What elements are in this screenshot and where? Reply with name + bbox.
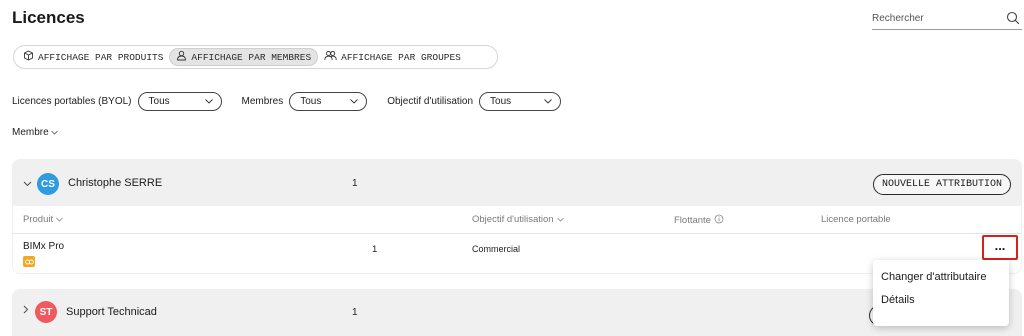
chevron-down-icon <box>204 96 213 107</box>
tab-products-label: AFFICHAGE PAR PRODUITS <box>38 51 164 63</box>
member-sort-toggle[interactable]: Membre <box>12 127 58 138</box>
row-count: 1 <box>372 244 378 255</box>
link-icon <box>23 256 35 267</box>
byol-filter-value: Tous <box>148 96 170 107</box>
more-icon: ... <box>994 237 1006 253</box>
person-icon <box>176 50 187 64</box>
tab-products-view[interactable]: AFFICHAGE PAR PRODUITS <box>17 48 169 66</box>
member-group: ST Support Technicad 1 N <box>12 289 1022 336</box>
menu-item-details[interactable]: Détails <box>873 288 1009 311</box>
tab-groups-label: AFFICHAGE PAR GROUPES <box>341 51 461 63</box>
purpose-filter-select[interactable]: Tous <box>479 92 562 111</box>
search-icon[interactable] <box>1006 11 1020 28</box>
chevron-down-icon <box>350 96 359 107</box>
members-filter-label: Membres <box>241 96 284 107</box>
search-input[interactable] <box>872 10 992 24</box>
column-header-product[interactable]: Produit <box>23 214 63 225</box>
tab-members-view[interactable]: AFFICHAGE PAR MEMBRES <box>169 48 319 66</box>
row-actions-menu: Changer d'attributaire Détails <box>873 260 1009 326</box>
cube-icon <box>23 50 34 64</box>
byol-filter-select[interactable]: Tous <box>137 92 222 111</box>
people-icon <box>324 50 337 64</box>
members-filter-select[interactable]: Tous <box>289 92 368 111</box>
member-sort-label: Membre <box>12 127 49 138</box>
column-header-portable: Licence portable <box>821 214 891 225</box>
row-actions-button[interactable]: ... <box>982 235 1018 260</box>
license-table: Produit Objectif d'utilisation Flottante… <box>13 206 1021 273</box>
menu-item-change-assignee[interactable]: Changer d'attributaire <box>873 265 1009 288</box>
new-assignment-button[interactable]: NOUVELLE ATTRIBUTION <box>872 174 1011 195</box>
search-box[interactable] <box>872 10 1022 30</box>
byol-filter-label: Licences portables (BYOL) <box>12 96 132 107</box>
column-header-product-label: Produit <box>23 214 54 225</box>
license-count: 1 <box>352 307 358 318</box>
tab-groups-view[interactable]: AFFICHAGE PAR GROUPES <box>318 48 467 66</box>
column-header-purpose-label: Objectif d'utilisation <box>472 214 554 225</box>
chevron-down-icon <box>50 127 58 138</box>
purpose-value: Commercial <box>472 244 521 254</box>
filter-bar: Licences portables (BYOL) Tous Membres T… <box>12 92 581 111</box>
tab-members-label: AFFICHAGE PAR MEMBRES <box>191 51 312 63</box>
member-group-header[interactable]: ST Support Technicad 1 N <box>12 289 1022 336</box>
member-group: CS Christophe SERRE 1 NOUVELLE ATTRIBUTI… <box>12 159 1022 274</box>
members-filter-value: Tous <box>300 96 322 107</box>
chevron-down-icon <box>556 214 564 225</box>
chevron-right-icon[interactable] <box>23 305 29 317</box>
column-header-floating: Flottante <box>674 214 724 227</box>
column-header-floating-label: Flottante <box>674 215 711 226</box>
purpose-filter-label: Objectif d'utilisation <box>387 96 474 107</box>
avatar: ST <box>35 301 57 323</box>
avatar: CS <box>37 173 59 195</box>
member-name: Support Technicad <box>66 306 157 318</box>
chevron-down-icon <box>544 96 552 107</box>
product-name: BIMx Pro <box>23 241 65 252</box>
license-count: 1 <box>352 178 358 189</box>
purpose-filter-value: Tous <box>490 96 512 107</box>
member-group-header[interactable]: CS Christophe SERRE 1 NOUVELLE ATTRIBUTI… <box>12 159 1022 209</box>
info-icon[interactable] <box>714 214 724 227</box>
view-toggle: AFFICHAGE PAR PRODUITS AFFICHAGE PAR MEM… <box>13 45 498 69</box>
column-header-purpose[interactable]: Objectif d'utilisation <box>472 214 564 225</box>
member-name: Christophe SERRE <box>68 177 163 189</box>
page-title: Licences <box>12 8 85 27</box>
chevron-down-icon <box>56 214 63 225</box>
chevron-down-icon[interactable] <box>23 178 32 190</box>
header-divider <box>13 233 1021 234</box>
